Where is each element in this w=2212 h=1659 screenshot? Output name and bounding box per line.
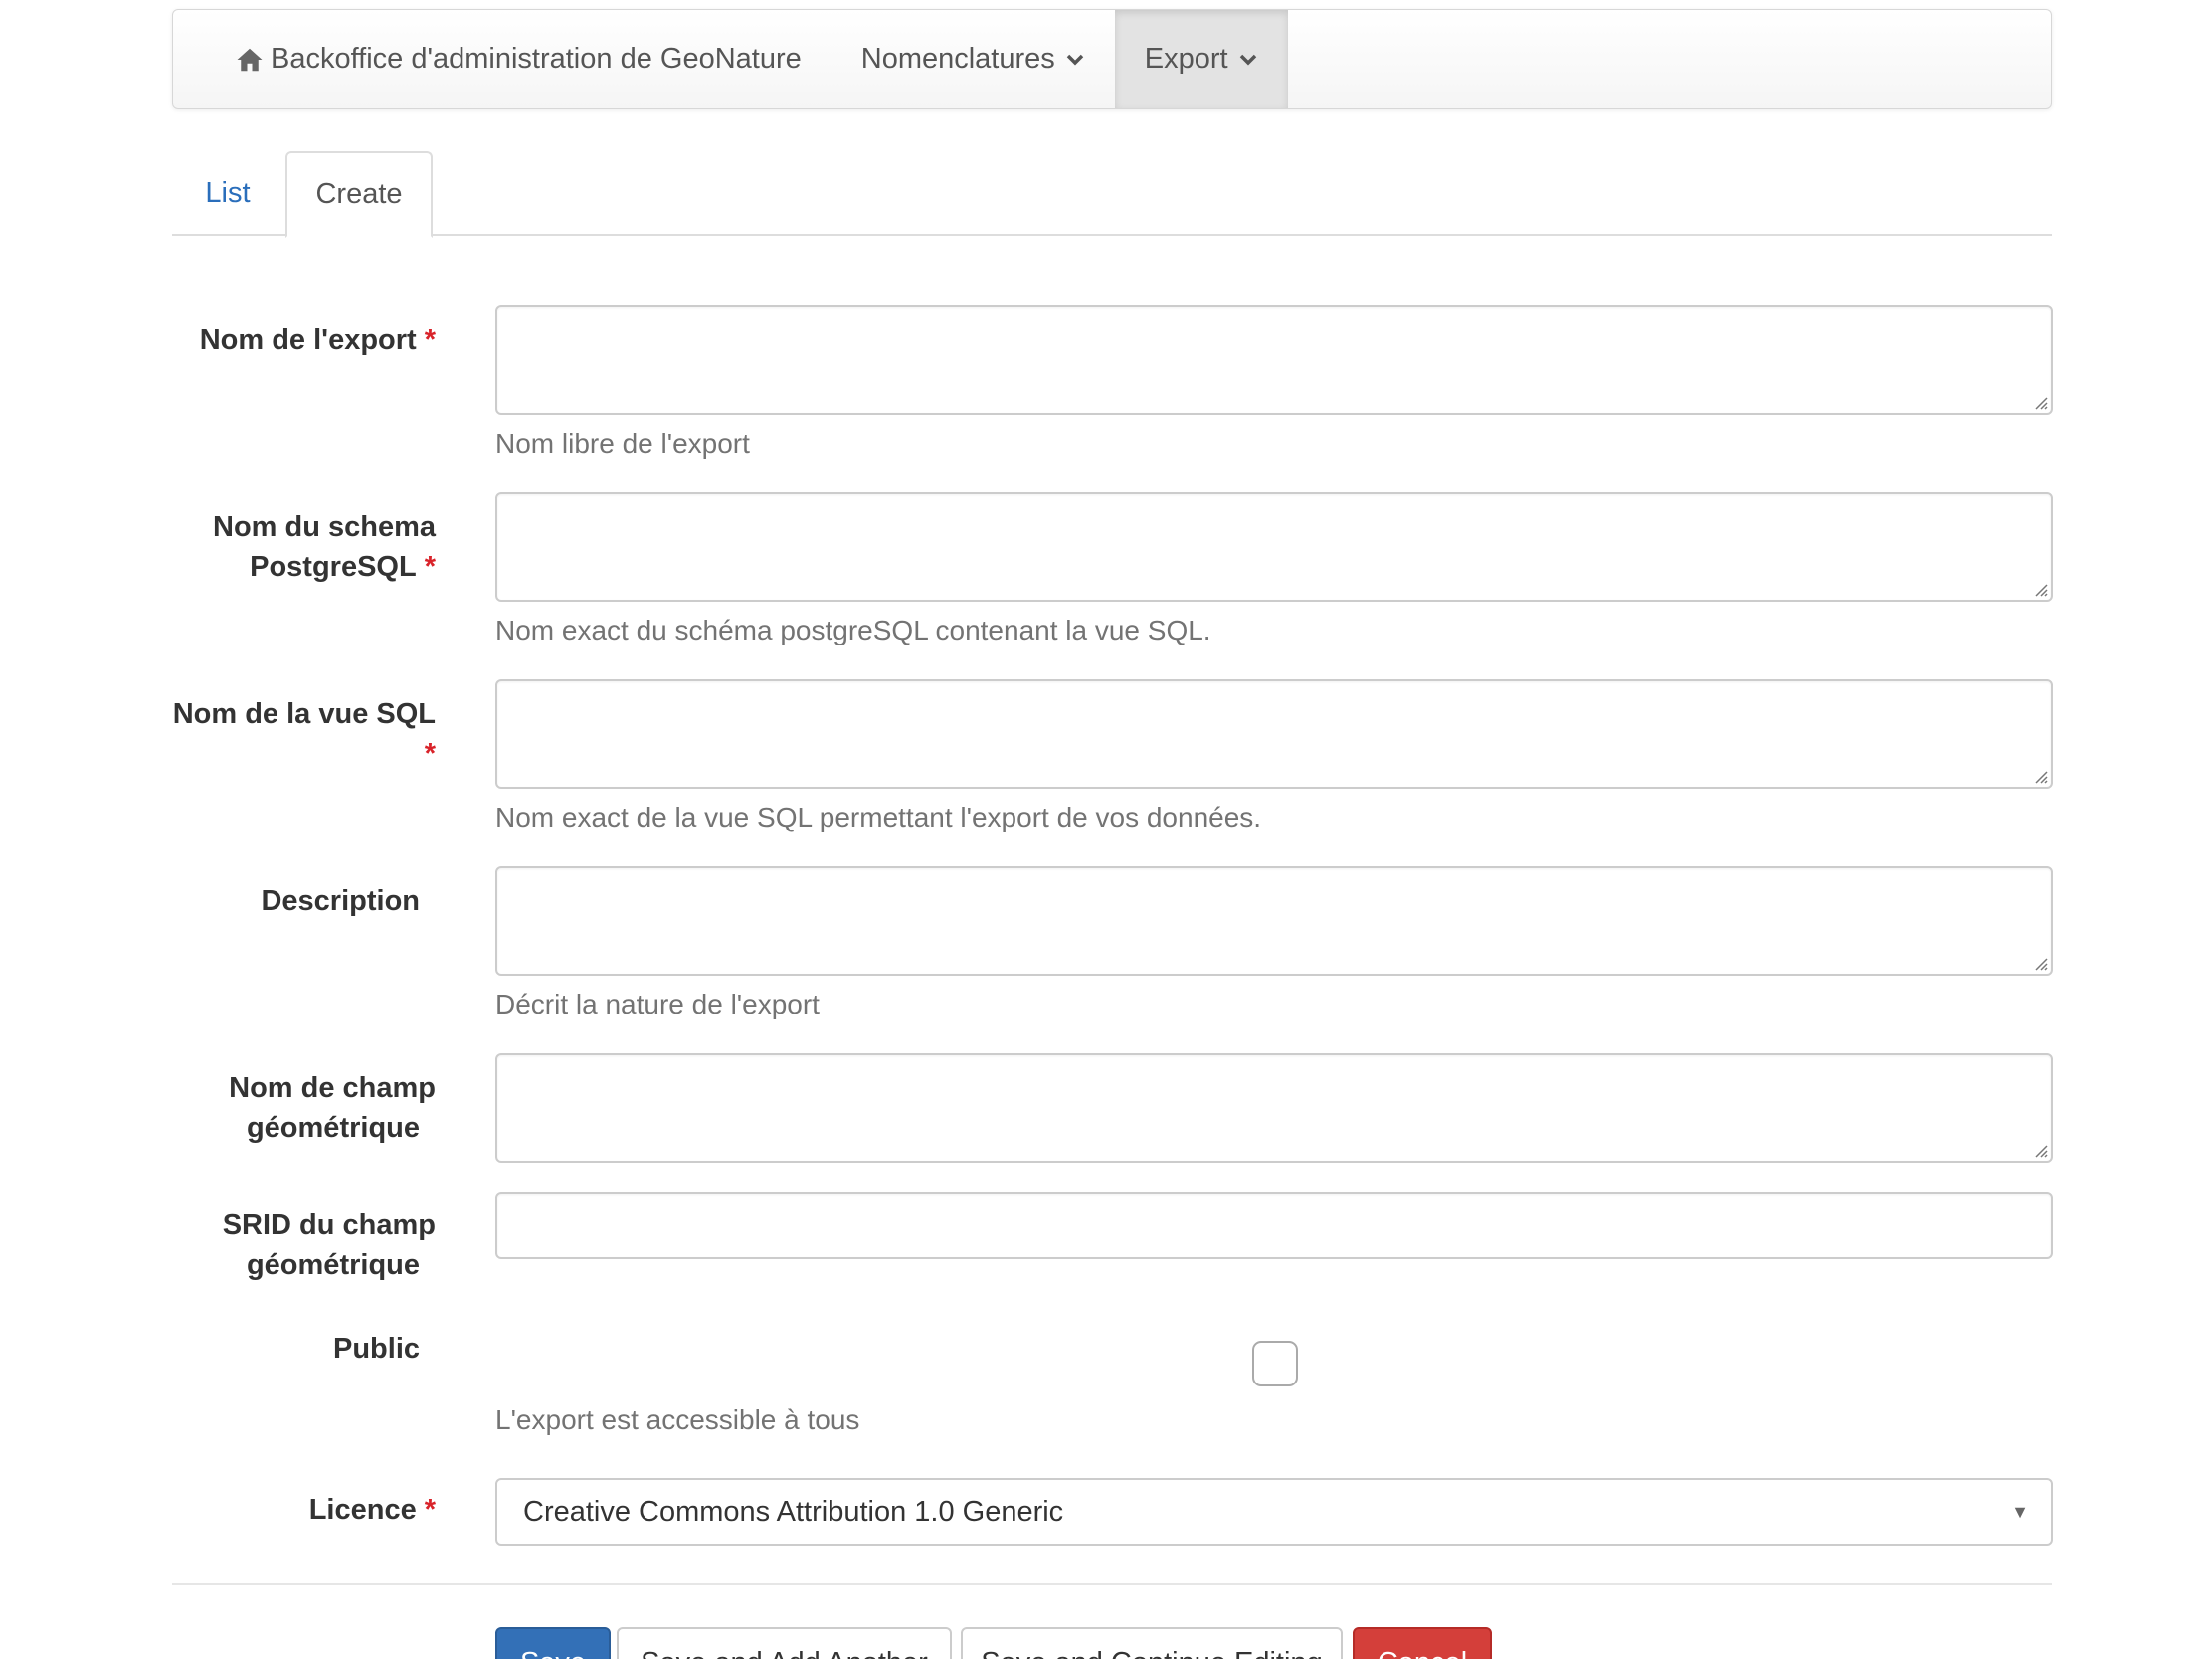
page: Backoffice d'administration de GeoNature… (0, 0, 2212, 1659)
resize-grip-icon[interactable] (2032, 768, 2048, 784)
srid-input[interactable] (495, 1192, 2053, 1259)
dropdown-caret-icon: ▼ (2011, 1502, 2029, 1522)
tab-create[interactable]: Create (285, 151, 433, 238)
schema-label: Nom du schema PostgreSQL * (213, 507, 436, 587)
label-line-2: PostgreSQL * (213, 547, 436, 587)
licence-label: Licence * (309, 1490, 436, 1530)
nom-export-textarea[interactable] (495, 305, 2053, 415)
nom-export-help: Nom libre de l'export (495, 428, 750, 459)
cancel-button[interactable]: Cancel (1353, 1627, 1492, 1659)
licence-select[interactable]: Creative Commons Attribution 1.0 Generic… (495, 1478, 2053, 1546)
label-text: Licence (308, 1494, 417, 1526)
resize-grip-icon[interactable] (2032, 1142, 2048, 1158)
public-help: L'export est accessible à tous (495, 1404, 860, 1435)
schema-textarea[interactable] (495, 492, 2053, 602)
nav-brand-label: Backoffice d'administration de GeoNature (271, 43, 802, 75)
geom-field-label: Nom de champ géométrique (229, 1068, 436, 1148)
save-button[interactable]: Save (495, 1627, 611, 1659)
required-marker: * (424, 1494, 436, 1526)
schema-help: Nom exact du schéma postgreSQL contenant… (495, 615, 1211, 645)
tab-list[interactable]: List (172, 151, 283, 236)
nav-item-label: Export (1144, 43, 1228, 75)
vue-sql-help: Nom exact de la vue SQL permettant l'exp… (495, 802, 1262, 832)
chevron-down-icon (1066, 54, 1084, 65)
vue-sql-textarea[interactable] (495, 679, 2053, 789)
resize-grip-icon[interactable] (2032, 955, 2048, 971)
chevron-down-icon (1239, 54, 1256, 65)
form-divider (172, 1583, 2052, 1585)
save-and-add-another-button[interactable]: Save and Add Another (617, 1627, 952, 1659)
resize-grip-icon[interactable] (2032, 394, 2048, 410)
required-marker: * (424, 551, 436, 583)
nav-brand-link[interactable]: Backoffice d'administration de GeoNature (173, 10, 831, 108)
nav-item-export[interactable]: Export (1114, 10, 1288, 108)
licence-selected-value: Creative Commons Attribution 1.0 Generic (523, 1495, 1064, 1528)
required-marker: * (424, 324, 436, 356)
label-line-2: géométrique (246, 1112, 420, 1144)
top-navbar: Backoffice d'administration de GeoNature… (172, 9, 2052, 109)
vue-sql-label: Nom de la vue SQL * (173, 694, 436, 774)
label-line-2: géométrique (246, 1249, 420, 1281)
save-and-continue-editing-button[interactable]: Save and Continue Editing (961, 1627, 1343, 1659)
srid-label: SRID du champ géométrique (223, 1205, 436, 1285)
tab-bar: List Create (172, 151, 2052, 238)
geom-field-textarea[interactable] (495, 1053, 2053, 1163)
required-marker: * (424, 738, 436, 770)
description-help: Décrit la nature de l'export (495, 989, 820, 1019)
description-label: Description (261, 885, 420, 917)
label-line-1: Nom de champ (229, 1072, 436, 1104)
nav-item-nomenclatures[interactable]: Nomenclatures (831, 10, 1115, 108)
label-line-1: Nom du schema (213, 511, 436, 543)
label-line-1: SRID du champ (222, 1209, 436, 1241)
label-text: PostgreSQL (250, 551, 417, 583)
nav-item-label: Nomenclatures (860, 43, 1055, 75)
nom-export-label: Nom de l'export * (200, 320, 436, 360)
resize-grip-icon[interactable] (2032, 581, 2048, 597)
description-textarea[interactable] (495, 866, 2053, 976)
label-text: Nom de la vue SQL (172, 698, 436, 730)
home-icon (237, 48, 263, 71)
label-text: Nom de l'export (199, 324, 417, 356)
public-checkbox[interactable] (1252, 1341, 1298, 1386)
public-label: Public (332, 1333, 420, 1365)
